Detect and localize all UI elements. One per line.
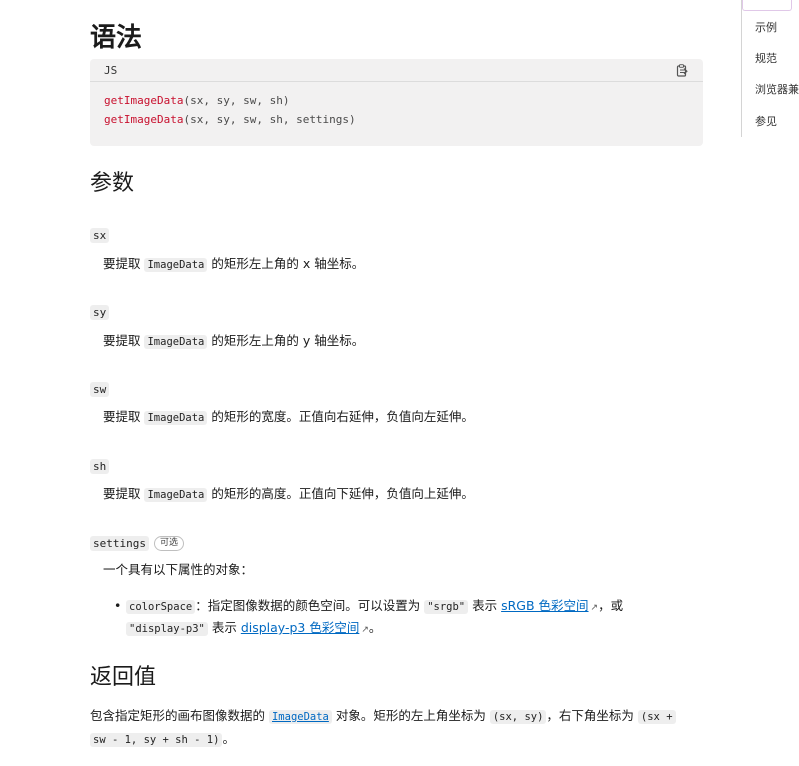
inline-code: ImageData xyxy=(144,335,208,349)
srgb-link[interactable]: sRGB 色彩空间 xyxy=(501,598,588,613)
param-name: sy xyxy=(90,305,110,320)
page-title: 语法 xyxy=(90,23,143,53)
desc-text: 的矩形左上角的 y 轴坐标。 xyxy=(207,333,365,348)
param-term: sw xyxy=(90,381,110,398)
param-name: sh xyxy=(90,459,110,474)
return-text: 包含指定矩形的画布图像数据的 xyxy=(90,708,269,723)
inline-code: (sx + xyxy=(637,710,676,724)
code-args: (sx, sy, sw, sh) xyxy=(183,94,290,107)
code-args: (sx, sy, sw, sh, settings) xyxy=(183,113,356,126)
param-name: settings xyxy=(90,536,149,551)
param-description: 要提取 ImageData 的矩形左上角的 x 轴坐标。 xyxy=(103,255,364,274)
returns-paragraph-line: sw - 1, sy + sh - 1)。 xyxy=(90,727,235,752)
toc-item-see-also[interactable]: 参见 xyxy=(755,113,777,129)
section-heading-params: 参数 xyxy=(90,171,135,196)
return-text: ，右下角坐标为 xyxy=(546,708,638,723)
external-link-icon: ↗ xyxy=(361,625,369,635)
code-body: getImageData(sx, sy, sw, sh) getImageDat… xyxy=(90,82,703,129)
toc-active-indicator xyxy=(742,0,792,11)
inline-code: "srgb" xyxy=(424,600,469,614)
param-name: sx xyxy=(90,228,110,243)
param-term: sh xyxy=(90,458,110,475)
code-function-name: getImageData xyxy=(104,113,184,126)
inline-code: ImageData xyxy=(144,488,208,502)
imagedata-link[interactable]: ImageData xyxy=(268,710,332,724)
bullet-text: 表示 xyxy=(207,620,241,635)
inline-code: colorSpace xyxy=(126,600,196,614)
return-text: 对象。矩形的左上角坐标为 xyxy=(331,708,490,723)
code-line: getImageData(sx, sy, sw, sh, settings) xyxy=(104,110,703,129)
returns-paragraph-line: 包含指定矩形的画布图像数据的 ImageData 对象。矩形的左上角坐标为 (s… xyxy=(90,704,676,729)
section-heading-returns: 返回值 xyxy=(90,665,157,690)
external-link-icon: ↗ xyxy=(590,603,599,613)
code-block: JS getImageData(sx, sy, sw, sh) getImage… xyxy=(90,59,703,146)
bullet-text: 表示 xyxy=(468,598,502,613)
desc-text: 要提取 xyxy=(103,333,145,348)
param-name: sw xyxy=(90,382,110,397)
desc-text: 要提取 xyxy=(103,486,145,501)
return-text: 。 xyxy=(222,731,235,746)
inline-code: (sx, sy) xyxy=(489,710,547,724)
param-term: sy xyxy=(90,304,110,321)
toc-item-browser-compat[interactable]: 浏览器兼 xyxy=(755,81,799,97)
param-description: 要提取 ImageData 的矩形的高度。正值向下延伸，负值向上延伸。 xyxy=(103,485,474,504)
desc-text: 的矩形的高度。正值向下延伸，负值向上延伸。 xyxy=(207,486,474,501)
toc-item-specs[interactable]: 规范 xyxy=(755,50,777,66)
bullet-text: ，或 xyxy=(598,598,624,613)
desc-text: 的矩形左上角的 x 轴坐标。 xyxy=(207,256,365,271)
optional-badge: 可选 xyxy=(153,536,184,551)
inline-code: sw - 1, sy + sh - 1) xyxy=(90,733,223,747)
inline-code: ImageData xyxy=(144,411,208,425)
code-line: getImageData(sx, sy, sw, sh) xyxy=(104,91,703,110)
inline-code: "display-p3" xyxy=(126,622,208,636)
code-header: JS xyxy=(90,59,703,82)
code-language-label: JS xyxy=(104,63,118,77)
bullet-text: ：指定图像数据的颜色空间。可以设置为 xyxy=(195,598,425,613)
copy-icon[interactable] xyxy=(675,63,689,77)
inline-code: ImageData xyxy=(144,258,208,272)
param-description: 要提取 ImageData 的矩形左上角的 y 轴坐标。 xyxy=(103,332,364,351)
bullet-text: 。 xyxy=(368,620,382,635)
list-item: • colorSpace ：指定图像数据的颜色空间。可以设置为 "srgb" 表示… xyxy=(114,595,624,619)
param-description: 要提取 ImageData 的矩形的宽度。正值向右延伸，负值向左延伸。 xyxy=(103,408,474,427)
desc-text: 要提取 xyxy=(103,409,145,424)
desc-text: 的矩形的宽度。正值向右延伸，负值向左延伸。 xyxy=(207,409,474,424)
bullet-icon: • xyxy=(114,598,122,613)
toc-item-examples[interactable]: 示例 xyxy=(755,19,777,35)
table-of-contents: 示例 规范 浏览器兼 参见 xyxy=(741,0,799,137)
param-term-settings: settings 可选 xyxy=(90,535,184,552)
param-description: 一个具有以下属性的对象： xyxy=(103,562,254,577)
display-p3-link[interactable]: display-p3 色彩空间 xyxy=(241,620,360,635)
desc-text: 要提取 xyxy=(103,256,145,271)
param-term: sx xyxy=(90,227,110,244)
code-function-name: getImageData xyxy=(104,94,184,107)
list-item-continued: "display-p3" 表示 display-p3 色彩空间 ↗。 xyxy=(126,617,381,641)
